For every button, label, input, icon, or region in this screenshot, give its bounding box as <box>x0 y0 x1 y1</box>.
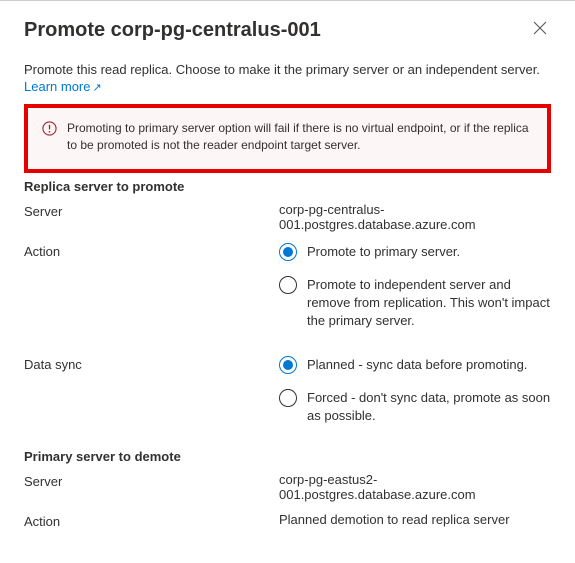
panel-header: Promote corp-pg-centralus-001 <box>24 19 551 42</box>
sync-options: Planned - sync data before promoting. Fo… <box>279 355 551 440</box>
learn-more-label: Learn more <box>24 79 90 94</box>
primary-action-row: Action Planned demotion to read replica … <box>24 512 551 529</box>
replica-server-row: Server corp-pg-centralus-001.postgres.da… <box>24 202 551 232</box>
primary-server-value: corp-pg-eastus2-001.postgres.database.az… <box>279 472 551 502</box>
action-row: Action Promote to primary server. Promot… <box>24 242 551 345</box>
warning-alert: Promoting to primary server option will … <box>24 104 551 173</box>
action-label: Action <box>24 242 279 259</box>
action-options: Promote to primary server. Promote to in… <box>279 242 551 345</box>
learn-more-link[interactable]: Learn more↗ <box>24 79 102 94</box>
intro-text: Promote this read replica. Choose to mak… <box>24 62 551 77</box>
sync-option-label: Forced - don't sync data, promote as soo… <box>307 388 551 425</box>
data-sync-label: Data sync <box>24 355 279 372</box>
action-option-independent[interactable]: Promote to independent server and remove… <box>279 275 551 331</box>
replica-server-label: Server <box>24 202 279 219</box>
action-option-label: Promote to independent server and remove… <box>307 275 551 331</box>
sync-option-forced[interactable]: Forced - don't sync data, promote as soo… <box>279 388 551 425</box>
error-icon <box>42 121 57 139</box>
promote-panel: Promote corp-pg-centralus-001 Promote th… <box>0 0 575 563</box>
action-option-label: Promote to primary server. <box>307 242 460 261</box>
close-icon[interactable] <box>529 19 551 41</box>
alert-text: Promoting to primary server option will … <box>67 120 533 155</box>
sync-option-label: Planned - sync data before promoting. <box>307 355 527 374</box>
primary-action-value: Planned demotion to read replica server <box>279 512 551 527</box>
primary-section-title: Primary server to demote <box>24 449 551 464</box>
sync-option-planned[interactable]: Planned - sync data before promoting. <box>279 355 551 374</box>
data-sync-row: Data sync Planned - sync data before pro… <box>24 355 551 440</box>
primary-server-label: Server <box>24 472 279 489</box>
radio-selected-icon <box>279 243 297 261</box>
primary-server-row: Server corp-pg-eastus2-001.postgres.data… <box>24 472 551 502</box>
action-option-primary[interactable]: Promote to primary server. <box>279 242 551 261</box>
radio-selected-icon <box>279 356 297 374</box>
replica-section-title: Replica server to promote <box>24 179 551 194</box>
replica-server-value: corp-pg-centralus-001.postgres.database.… <box>279 202 551 232</box>
external-link-icon: ↗ <box>92 82 101 94</box>
radio-unselected-icon <box>279 389 297 407</box>
primary-action-label: Action <box>24 512 279 529</box>
radio-unselected-icon <box>279 276 297 294</box>
panel-title: Promote corp-pg-centralus-001 <box>24 19 321 42</box>
